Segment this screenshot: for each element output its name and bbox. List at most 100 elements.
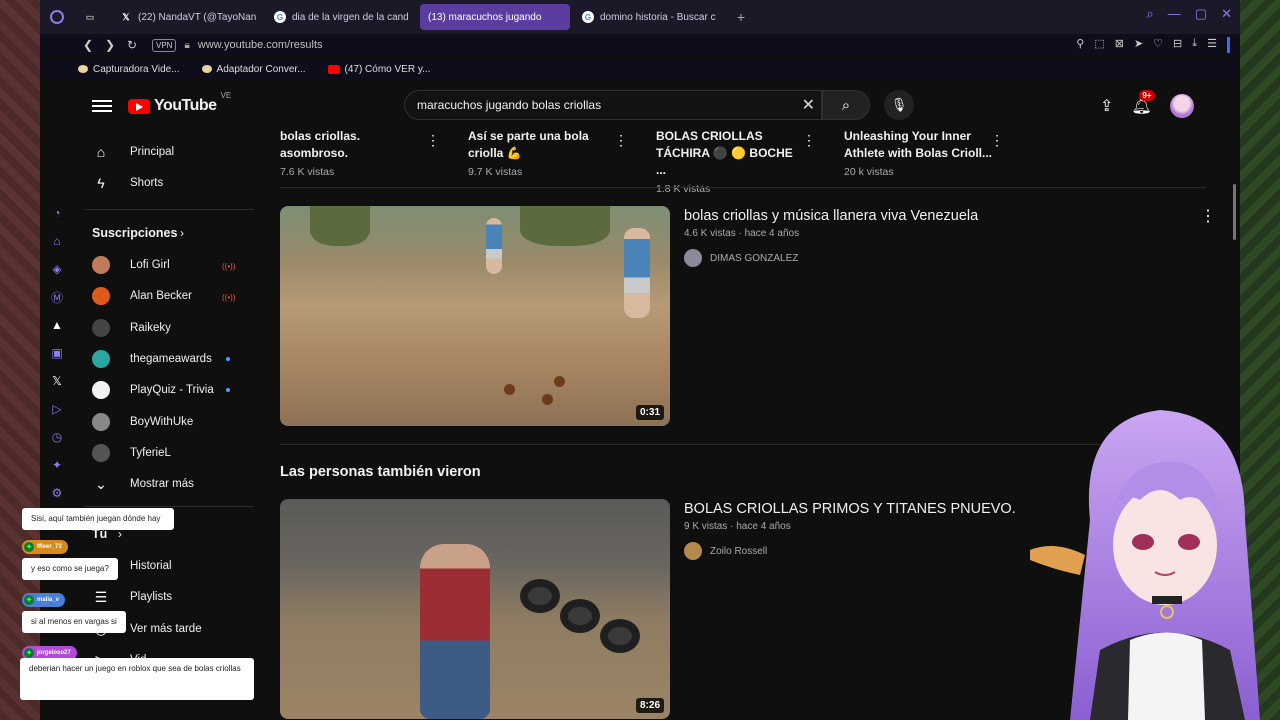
- more-options-icon[interactable]: ⋮: [614, 133, 628, 147]
- sidebar-item-shorts[interactable]: ϟ Shorts: [74, 169, 254, 197]
- settings-icon[interactable]: ⚙: [50, 486, 64, 500]
- sidebar-item-label: Alan Becker: [130, 290, 193, 302]
- new-content-dot: [226, 357, 230, 361]
- subscriptions-heading[interactable]: Suscripciones ›: [74, 219, 254, 247]
- tab-twitter[interactable]: 𝕏 (22) NandaVT (@TayoNan: [112, 4, 262, 30]
- tab-label: (22) NandaVT (@TayoNan: [138, 11, 257, 23]
- tab-google-2[interactable]: Gdomino historia - Buscar c: [574, 4, 724, 30]
- sidebar-item-label: PlayQuiz - Trivia: [130, 384, 214, 396]
- upload-icon[interactable]: ⇪: [1100, 96, 1113, 116]
- snapshot-icon[interactable]: ⬚: [1094, 37, 1104, 53]
- url-field[interactable]: www.youtube.com/results: [198, 39, 323, 51]
- bookmark-item[interactable]: Capturadora Vide...: [78, 64, 180, 75]
- video-title[interactable]: bolas criollas y música llanera viva Ven…: [684, 206, 1184, 226]
- tab-google-1[interactable]: Gdia de la virgen de la cand: [266, 4, 416, 30]
- video-result[interactable]: 0:31 bolas criollas y música llanera viv…: [280, 206, 1216, 426]
- download-icon[interactable]: ⤓: [1192, 37, 1197, 53]
- close-icon[interactable]: ✕: [1221, 6, 1232, 22]
- search-button[interactable]: ⌕: [822, 90, 870, 120]
- bookmark-label: Capturadora Vide...: [93, 63, 180, 75]
- bookmark-icon: [78, 65, 88, 73]
- lock-icon[interactable]: 🔒︎: [184, 40, 189, 51]
- sidebar-item-tyferiel[interactable]: TyferieL: [74, 439, 254, 467]
- vpn-badge[interactable]: VPN: [152, 38, 177, 52]
- short-title: bolas criollas. asombroso.: [280, 129, 361, 160]
- youtube-logo[interactable]: YouTube VE: [128, 91, 231, 115]
- more-options-icon[interactable]: ⋮: [1200, 206, 1216, 226]
- mail-icon[interactable]: Ⓜ: [50, 290, 64, 305]
- sidebar-item-label: TyferieL: [130, 447, 171, 459]
- reload-icon[interactable]: ↻: [122, 38, 142, 52]
- adblock-icon[interactable]: ⊠: [1115, 37, 1124, 53]
- messenger-icon[interactable]: ◈: [50, 262, 64, 276]
- thumb-tire: [600, 619, 640, 653]
- avatar-shirt: [1128, 632, 1205, 720]
- sidebar-item-label: Principal: [130, 146, 175, 158]
- voice-search-button[interactable]: 🎙︎: [884, 90, 914, 120]
- sidebar-item-lofi-girl[interactable]: Lofi Girl ((•)): [74, 251, 254, 279]
- video-thumbnail[interactable]: 0:31: [280, 206, 670, 426]
- history-icon[interactable]: ◷: [50, 430, 64, 444]
- bag-icon[interactable]: ⌂: [50, 234, 64, 248]
- heart-icon[interactable]: ♡: [1153, 37, 1163, 53]
- notification-badge: 9+: [1139, 90, 1155, 101]
- tab-youtube-active[interactable]: ▶(13) maracuchos jugando: [74, 4, 570, 96]
- wallet-icon[interactable]: ⊟: [1173, 37, 1182, 53]
- avatar-ear: [1030, 546, 1085, 575]
- show-more-button[interactable]: ⌄ Mostrar más: [74, 470, 254, 498]
- more-options-icon[interactable]: ⋮: [426, 133, 440, 147]
- opera-menu-button[interactable]: [40, 0, 74, 34]
- video-thumbnail[interactable]: 8:26: [280, 499, 670, 719]
- menu-icon[interactable]: ☰: [1207, 37, 1217, 53]
- youtube-play-icon: [128, 98, 150, 114]
- channel-link[interactable]: DIMAS GONZALEZ: [684, 249, 1184, 267]
- sidebar-toggle-bar[interactable]: [1227, 37, 1230, 53]
- maximize-icon[interactable]: ▢: [1195, 6, 1207, 22]
- send-icon[interactable]: ➤: [1134, 37, 1143, 53]
- sidebar-item-playquiz[interactable]: PlayQuiz - Trivia: [74, 376, 254, 404]
- address-bar: ❮ ❯ ↻ VPN 🔒︎ www.youtube.com/results ⚲ ⬚…: [40, 34, 1240, 56]
- bookmark-item[interactable]: Adaptador Conver...: [201, 64, 306, 75]
- youtube-icon: [327, 64, 340, 74]
- new-tab-button[interactable]: +: [730, 6, 752, 28]
- short-card[interactable]: BOLAS CRIOLLAS TÁCHIRA ⚫ 🟡 BOCHE ... 1.8…: [656, 128, 844, 195]
- search-input[interactable]: maracuchos jugando bolas criollas ✕: [404, 90, 822, 120]
- avatar[interactable]: [1169, 94, 1194, 118]
- more-options-icon[interactable]: ⋮: [802, 133, 816, 147]
- short-card[interactable]: Así se parte una bola criolla 💪 9.7 K vi…: [468, 128, 656, 195]
- back-icon[interactable]: ❮: [78, 38, 98, 52]
- pin-icon[interactable]: ⚲: [1076, 37, 1084, 53]
- sidebar-item-label: Shorts: [130, 177, 164, 189]
- sidebar-item-label: Historial: [130, 560, 172, 572]
- scrollbar[interactable]: [1233, 184, 1236, 240]
- more-options-icon[interactable]: ⋮: [990, 133, 1004, 147]
- sidebar-item-label: Raikeky: [130, 322, 171, 334]
- tab-pinned[interactable]: ▭: [78, 4, 108, 30]
- tab-bar: ▭ 𝕏 (22) NandaVT (@TayoNan Gdia de la vir…: [40, 0, 1240, 96]
- warp-icon[interactable]: ▲: [50, 318, 64, 332]
- bookmark-item[interactable]: (47) Cómo VER y...: [327, 64, 430, 75]
- notifications-bell-icon[interactable]: 🔔︎ 9+: [1131, 90, 1155, 116]
- sidebar-item-boywithuke[interactable]: BoyWithUke: [74, 408, 254, 436]
- search-tabs-icon[interactable]: ⌕: [1147, 6, 1154, 22]
- thumb-player: [486, 218, 502, 274]
- extensions-icon[interactable]: ✦: [50, 458, 64, 472]
- sidebar-item-playlists[interactable]: ☰ Playlists: [74, 583, 254, 611]
- short-card[interactable]: Unleashing Your Inner Athlete with Bolas…: [844, 128, 1032, 195]
- short-card[interactable]: bolas criollas. asombroso. 7.6 K vistas …: [280, 128, 468, 195]
- chat-user-label: malia_v: [37, 597, 60, 603]
- sidebar-item-principal[interactable]: ⌂ Principal: [74, 138, 254, 166]
- sidebar-item-thegameawards[interactable]: thegameawards: [74, 345, 254, 373]
- minimize-icon[interactable]: —: [1168, 6, 1181, 22]
- clear-search-icon[interactable]: ✕: [802, 95, 815, 115]
- player-icon[interactable]: ▷: [50, 402, 64, 416]
- hamburger-menu-icon[interactable]: [92, 100, 112, 112]
- aria-icon[interactable]: ◔: [50, 206, 64, 220]
- channel-avatar: [92, 381, 110, 399]
- twitch-icon[interactable]: ▣: [50, 346, 64, 360]
- forward-icon[interactable]: ❯: [100, 38, 120, 52]
- sidebar-item-raikeky[interactable]: Raikeky: [74, 314, 254, 342]
- x-icon[interactable]: 𝕏: [50, 374, 64, 388]
- short-views: 1.8 K vistas: [656, 183, 711, 195]
- sidebar-item-alan-becker[interactable]: Alan Becker ((•)): [74, 282, 254, 310]
